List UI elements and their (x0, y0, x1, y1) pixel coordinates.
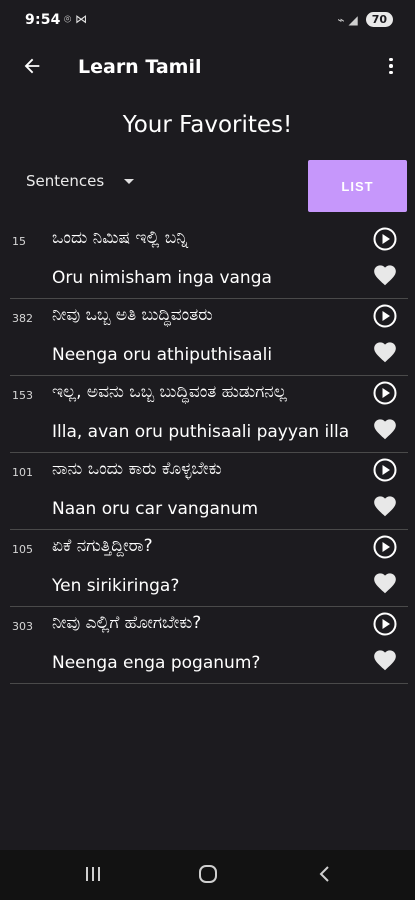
item-number: 105 (12, 543, 33, 556)
status-right: ⌁ ◢ 70 (337, 12, 393, 27)
recents-button[interactable] (78, 862, 108, 886)
favorites-list: 15 ಒಂದು ನಿಮಿಷ ಇಲ್ಲಿ ಬನ್ನಿ Oru nimisham ing… (10, 222, 408, 684)
list-button[interactable]: LIST (308, 160, 407, 212)
item-kannada-text: ಏಕೆ ನಗುತ್ತಿದ್ದೀರಾ? (52, 536, 153, 556)
back-button[interactable] (18, 52, 46, 80)
category-selected-value: Sentences (26, 172, 105, 190)
item-english-text: Neenga enga poganum? (52, 653, 261, 673)
list-item[interactable]: 153 ಇಲ್ಲ, ಅವನು ಒಬ್ಬ ಬುದ್ಧಿವಂತ ಹುಡುಗನಲ್ಲ Il… (10, 376, 408, 453)
heart-icon[interactable] (372, 262, 398, 286)
item-english-text: Illa, avan oru puthisaali payyan illa (52, 422, 350, 442)
item-kannada-text: ಇಲ್ಲ, ಅವನು ಒಬ್ಬ ಬುದ್ಧಿವಂತ ಹುಡುಗನಲ್ಲ (52, 382, 287, 402)
item-number: 382 (12, 312, 33, 325)
play-circle-icon[interactable] (372, 303, 398, 329)
heart-icon[interactable] (372, 570, 398, 594)
page-title: Your Favorites! (122, 112, 293, 138)
item-kannada-text: ನೀವು ಎಲ್ಲಿಗೆ ಹೋಗಬೇಕು? (52, 613, 202, 633)
item-number: 303 (12, 620, 33, 633)
app-bar: Learn Tamil (0, 44, 415, 90)
signal-icon: ⌁ ◢ (337, 12, 358, 27)
item-english-text: Neenga oru athiputhisaali (52, 345, 273, 365)
play-circle-icon[interactable] (372, 457, 398, 483)
item-number: 15 (12, 235, 26, 248)
more-vert-dot (389, 64, 393, 68)
play-circle-icon[interactable] (372, 611, 398, 637)
item-kannada-text: ನೀವು ಒಬ್ಬ ಅತಿ ಬುದ್ಧಿವಂತರು (52, 305, 213, 325)
category-dropdown[interactable]: Sentences (26, 172, 135, 190)
list-item[interactable]: 105 ಏಕೆ ನಗುತ್ತಿದ್ದೀರಾ? Yen sirikiringa? (10, 530, 408, 607)
home-button[interactable] (193, 862, 223, 886)
list-item[interactable]: 382 ನೀವು ಒಬ್ಬ ಅತಿ ಬುದ್ಧಿವಂತರು Neenga oru a… (10, 299, 408, 376)
list-button-label: LIST (341, 178, 374, 194)
back-nav-button[interactable] (310, 862, 340, 886)
item-kannada-text: ನಾನು ಒಂದು ಕಾರು ಕೊಳ್ಳಬೇಕು (52, 459, 222, 479)
more-vert-dot (389, 70, 393, 75)
app-title: Learn Tamil (78, 56, 202, 78)
heart-icon[interactable] (372, 339, 398, 363)
play-circle-icon[interactable] (372, 226, 398, 252)
system-nav-bar (0, 850, 415, 900)
item-english-text: Yen sirikiringa? (52, 576, 180, 596)
dropdown-arrow-icon (124, 178, 135, 184)
status-time: 9:54 (25, 12, 61, 28)
battery-indicator: 70 (365, 12, 393, 27)
item-english-text: Naan oru car vanganum (52, 499, 259, 519)
home-icon (199, 865, 217, 883)
item-number: 153 (12, 389, 33, 402)
item-english-text: Oru nimisham inga vanga (52, 268, 272, 288)
heart-icon[interactable] (372, 647, 398, 671)
play-circle-icon[interactable] (372, 380, 398, 406)
recents-icon (86, 867, 100, 881)
heart-icon[interactable] (372, 493, 398, 517)
more-options-button[interactable] (383, 54, 399, 78)
play-circle-icon[interactable] (372, 534, 398, 560)
notification-icons: ⌾ ⋈ (64, 12, 88, 26)
item-number: 101 (12, 466, 33, 479)
item-kannada-text: ಒಂದು ನಿಮಿಷ ಇಲ್ಲಿ ಬನ್ನಿ (52, 228, 188, 248)
more-vert-icon (389, 57, 393, 62)
heart-icon[interactable] (372, 416, 398, 440)
list-item[interactable]: 101 ನಾನು ಒಂದು ಕಾರು ಕೊಳ್ಳಬೇಕು Naan oru car … (10, 453, 408, 530)
list-item[interactable]: 15 ಒಂದು ನಿಮಿಷ ಇಲ್ಲಿ ಬನ್ನಿ Oru nimisham ing… (10, 222, 408, 299)
status-bar: 9:54 ⌾ ⋈ ⌁ ◢ 70 (0, 0, 415, 44)
list-item[interactable]: 303 ನೀವು ಎಲ್ಲಿಗೆ ಹೋಗಬೇಕು? Neenga enga poga… (10, 607, 408, 684)
arrow-left-icon (24, 58, 40, 74)
chevron-left-icon (319, 866, 329, 882)
